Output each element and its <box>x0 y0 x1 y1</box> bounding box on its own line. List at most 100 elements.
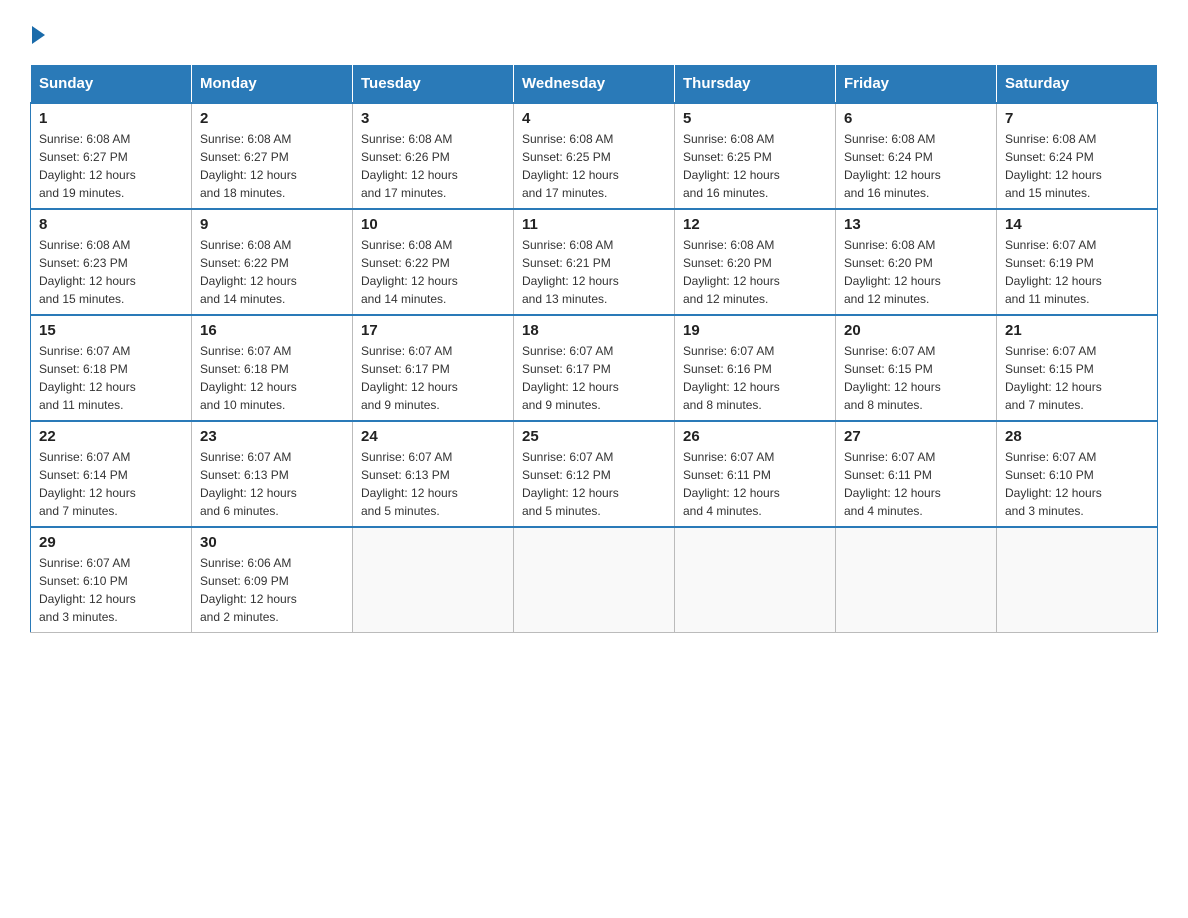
calendar-week-row: 29 Sunrise: 6:07 AMSunset: 6:10 PMDayligh… <box>31 527 1158 633</box>
day-sun-info: Sunrise: 6:07 AMSunset: 6:15 PMDaylight:… <box>1005 342 1149 414</box>
day-number: 8 <box>39 216 183 233</box>
day-sun-info: Sunrise: 6:07 AMSunset: 6:15 PMDaylight:… <box>844 342 988 414</box>
day-number: 10 <box>361 216 505 233</box>
day-sun-info: Sunrise: 6:08 AMSunset: 6:22 PMDaylight:… <box>361 236 505 308</box>
day-number: 9 <box>200 216 344 233</box>
day-sun-info: Sunrise: 6:08 AMSunset: 6:23 PMDaylight:… <box>39 236 183 308</box>
day-number: 18 <box>522 322 666 339</box>
day-number: 26 <box>683 428 827 445</box>
day-number: 27 <box>844 428 988 445</box>
day-sun-info: Sunrise: 6:08 AMSunset: 6:21 PMDaylight:… <box>522 236 666 308</box>
calendar-week-row: 22Sunrise: 6:07 AMSunset: 6:14 PMDayligh… <box>31 421 1158 527</box>
day-sun-info: Sunrise: 6:08 AMSunset: 6:24 PMDaylight:… <box>1005 130 1149 202</box>
calendar-day-cell: 16 Sunrise: 6:07 AMSunset: 6:18 PMDayligh… <box>192 315 353 421</box>
calendar-day-cell: 21 Sunrise: 6:07 AMSunset: 6:15 PMDayligh… <box>997 315 1158 421</box>
weekday-header-thursday: Thursday <box>675 65 836 104</box>
day-sun-info: Sunrise: 6:08 AMSunset: 6:27 PMDaylight:… <box>200 130 344 202</box>
calendar-day-cell: 30 Sunrise: 6:06 AMSunset: 6:09 PMDayligh… <box>192 527 353 633</box>
calendar-day-cell: 27 Sunrise: 6:07 AMSunset: 6:11 PMDayligh… <box>836 421 997 527</box>
day-sun-info: Sunrise: 6:08 AMSunset: 6:20 PMDaylight:… <box>844 236 988 308</box>
day-number: 20 <box>844 322 988 339</box>
calendar-day-cell: 8 Sunrise: 6:08 AMSunset: 6:23 PMDaylight… <box>31 209 192 315</box>
calendar-day-cell <box>836 527 997 633</box>
day-sun-info: Sunrise: 6:08 AMSunset: 6:25 PMDaylight:… <box>522 130 666 202</box>
day-number: 1 <box>39 110 183 127</box>
calendar-week-row: 8 Sunrise: 6:08 AMSunset: 6:23 PMDaylight… <box>31 209 1158 315</box>
weekday-header-row: SundayMondayTuesdayWednesdayThursdayFrid… <box>31 65 1158 104</box>
calendar-day-cell: 3 Sunrise: 6:08 AMSunset: 6:26 PMDaylight… <box>353 103 514 209</box>
calendar-day-cell <box>353 527 514 633</box>
calendar-day-cell: 19 Sunrise: 6:07 AMSunset: 6:16 PMDayligh… <box>675 315 836 421</box>
day-number: 3 <box>361 110 505 127</box>
calendar-day-cell: 12 Sunrise: 6:08 AMSunset: 6:20 PMDayligh… <box>675 209 836 315</box>
calendar-day-cell: 4 Sunrise: 6:08 AMSunset: 6:25 PMDaylight… <box>514 103 675 209</box>
day-sun-info: Sunrise: 6:07 AMSunset: 6:12 PMDaylight:… <box>522 448 666 520</box>
calendar-table: SundayMondayTuesdayWednesdayThursdayFrid… <box>30 64 1158 633</box>
day-number: 15 <box>39 322 183 339</box>
calendar-day-cell: 26 Sunrise: 6:07 AMSunset: 6:11 PMDayligh… <box>675 421 836 527</box>
day-number: 29 <box>39 534 183 551</box>
day-sun-info: Sunrise: 6:07 AMSunset: 6:13 PMDaylight:… <box>361 448 505 520</box>
day-sun-info: Sunrise: 6:07 AMSunset: 6:16 PMDaylight:… <box>683 342 827 414</box>
calendar-day-cell: 7 Sunrise: 6:08 AMSunset: 6:24 PMDaylight… <box>997 103 1158 209</box>
calendar-day-cell: 11Sunrise: 6:08 AMSunset: 6:21 PMDayligh… <box>514 209 675 315</box>
day-number: 23 <box>200 428 344 445</box>
calendar-day-cell: 29 Sunrise: 6:07 AMSunset: 6:10 PMDayligh… <box>31 527 192 633</box>
day-sun-info: Sunrise: 6:08 AMSunset: 6:25 PMDaylight:… <box>683 130 827 202</box>
page-header <box>30 20 1158 44</box>
calendar-day-cell: 9 Sunrise: 6:08 AMSunset: 6:22 PMDaylight… <box>192 209 353 315</box>
day-number: 2 <box>200 110 344 127</box>
day-sun-info: Sunrise: 6:07 AMSunset: 6:10 PMDaylight:… <box>1005 448 1149 520</box>
day-number: 17 <box>361 322 505 339</box>
calendar-day-cell: 24Sunrise: 6:07 AMSunset: 6:13 PMDayligh… <box>353 421 514 527</box>
day-number: 5 <box>683 110 827 127</box>
day-sun-info: Sunrise: 6:08 AMSunset: 6:20 PMDaylight:… <box>683 236 827 308</box>
day-sun-info: Sunrise: 6:08 AMSunset: 6:22 PMDaylight:… <box>200 236 344 308</box>
day-sun-info: Sunrise: 6:07 AMSunset: 6:17 PMDaylight:… <box>361 342 505 414</box>
day-sun-info: Sunrise: 6:07 AMSunset: 6:18 PMDaylight:… <box>39 342 183 414</box>
calendar-day-cell: 5 Sunrise: 6:08 AMSunset: 6:25 PMDaylight… <box>675 103 836 209</box>
day-number: 13 <box>844 216 988 233</box>
day-sun-info: Sunrise: 6:06 AMSunset: 6:09 PMDaylight:… <box>200 554 344 626</box>
day-sun-info: Sunrise: 6:07 AMSunset: 6:17 PMDaylight:… <box>522 342 666 414</box>
day-number: 21 <box>1005 322 1149 339</box>
day-number: 6 <box>844 110 988 127</box>
calendar-day-cell: 25 Sunrise: 6:07 AMSunset: 6:12 PMDayligh… <box>514 421 675 527</box>
calendar-day-cell <box>675 527 836 633</box>
day-number: 28 <box>1005 428 1149 445</box>
day-sun-info: Sunrise: 6:07 AMSunset: 6:10 PMDaylight:… <box>39 554 183 626</box>
calendar-day-cell: 28 Sunrise: 6:07 AMSunset: 6:10 PMDayligh… <box>997 421 1158 527</box>
calendar-week-row: 15 Sunrise: 6:07 AMSunset: 6:18 PMDayligh… <box>31 315 1158 421</box>
calendar-day-cell <box>514 527 675 633</box>
weekday-header-saturday: Saturday <box>997 65 1158 104</box>
day-sun-info: Sunrise: 6:07 AMSunset: 6:11 PMDaylight:… <box>844 448 988 520</box>
weekday-header-sunday: Sunday <box>31 65 192 104</box>
day-sun-info: Sunrise: 6:07 AMSunset: 6:19 PMDaylight:… <box>1005 236 1149 308</box>
weekday-header-tuesday: Tuesday <box>353 65 514 104</box>
day-sun-info: Sunrise: 6:07 AMSunset: 6:18 PMDaylight:… <box>200 342 344 414</box>
day-number: 25 <box>522 428 666 445</box>
day-sun-info: Sunrise: 6:07 AMSunset: 6:13 PMDaylight:… <box>200 448 344 520</box>
calendar-day-cell: 17 Sunrise: 6:07 AMSunset: 6:17 PMDayligh… <box>353 315 514 421</box>
calendar-day-cell: 23 Sunrise: 6:07 AMSunset: 6:13 PMDayligh… <box>192 421 353 527</box>
day-number: 4 <box>522 110 666 127</box>
weekday-header-monday: Monday <box>192 65 353 104</box>
day-number: 16 <box>200 322 344 339</box>
calendar-day-cell: 2 Sunrise: 6:08 AMSunset: 6:27 PMDaylight… <box>192 103 353 209</box>
calendar-week-row: 1 Sunrise: 6:08 AMSunset: 6:27 PMDaylight… <box>31 103 1158 209</box>
day-number: 7 <box>1005 110 1149 127</box>
weekday-header-wednesday: Wednesday <box>514 65 675 104</box>
day-number: 19 <box>683 322 827 339</box>
calendar-day-cell: 10 Sunrise: 6:08 AMSunset: 6:22 PMDayligh… <box>353 209 514 315</box>
calendar-day-cell: 20 Sunrise: 6:07 AMSunset: 6:15 PMDayligh… <box>836 315 997 421</box>
calendar-day-cell: 15 Sunrise: 6:07 AMSunset: 6:18 PMDayligh… <box>31 315 192 421</box>
day-sun-info: Sunrise: 6:08 AMSunset: 6:27 PMDaylight:… <box>39 130 183 202</box>
day-sun-info: Sunrise: 6:08 AMSunset: 6:26 PMDaylight:… <box>361 130 505 202</box>
day-number: 30 <box>200 534 344 551</box>
day-number: 14 <box>1005 216 1149 233</box>
calendar-day-cell: 6 Sunrise: 6:08 AMSunset: 6:24 PMDaylight… <box>836 103 997 209</box>
calendar-day-cell: 13 Sunrise: 6:08 AMSunset: 6:20 PMDayligh… <box>836 209 997 315</box>
day-number: 12 <box>683 216 827 233</box>
day-sun-info: Sunrise: 6:08 AMSunset: 6:24 PMDaylight:… <box>844 130 988 202</box>
day-sun-info: Sunrise: 6:07 AMSunset: 6:11 PMDaylight:… <box>683 448 827 520</box>
